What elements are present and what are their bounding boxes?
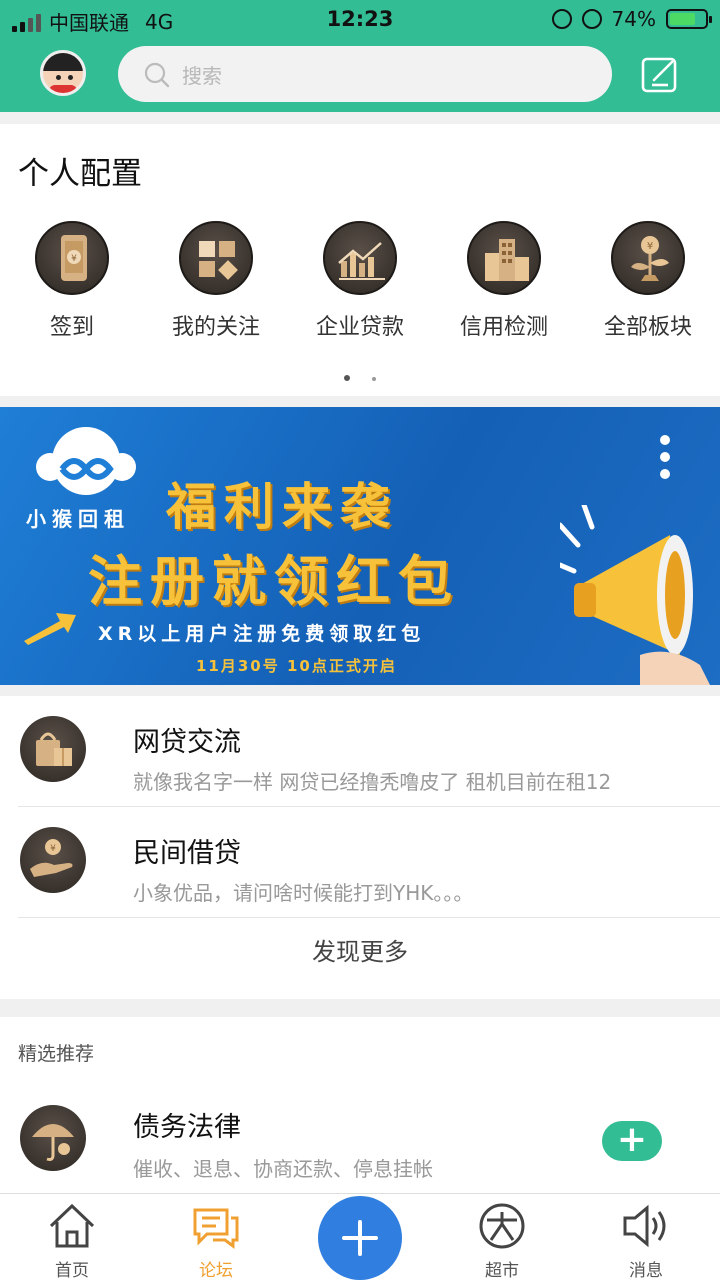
plus-icon	[342, 1220, 378, 1256]
edit-icon[interactable]	[640, 54, 680, 94]
banner-headline: 福利来袭	[166, 478, 398, 536]
more-options-icon[interactable]	[658, 435, 672, 481]
money-plant-icon: ¥	[611, 221, 685, 295]
post-button[interactable]	[318, 1196, 402, 1280]
tab-forum[interactable]: 论坛	[166, 1202, 266, 1280]
umbrella-icon	[20, 1105, 86, 1171]
search-icon	[144, 62, 170, 88]
config-items: ¥ 签到 我的关注 企业贷款 信用检测 ¥ 全部板块	[0, 221, 720, 341]
status-bar: 中国联通 4G 12:23 74%	[0, 0, 720, 38]
personal-config-section: 个人配置 ¥ 签到 我的关注 企业贷款 信用检测 ¥ 全部板块	[0, 124, 720, 396]
item-title: 网贷交流	[133, 727, 241, 758]
banner-subheadline: 注册就领红包	[88, 550, 460, 613]
top-bar: 中国联通 4G 12:23 74% 搜索	[0, 0, 720, 112]
speaker-icon	[623, 1204, 666, 1248]
phone-coin-icon: ¥	[35, 221, 109, 295]
banner-date: 11月30号 10点正式开启	[196, 657, 397, 675]
page-dot-active	[344, 375, 350, 381]
section-title: 个人配置	[18, 156, 142, 192]
grid-icon	[179, 221, 253, 295]
item-subtitle: 催收、退息、协商还款、停息挂帐	[133, 1157, 433, 1181]
brand-logo-icon	[26, 421, 146, 511]
svg-text:¥: ¥	[71, 254, 77, 264]
item-title: 债务法律	[133, 1112, 241, 1143]
discover-more-link[interactable]: 发现更多	[0, 932, 720, 967]
search-input[interactable]: 搜索	[118, 46, 612, 102]
config-label: 我的关注	[171, 315, 260, 340]
forum-list: 网贷交流 就像我名字一样 网贷已经撸秃噜皮了 租机目前在租12 ¥ 民间借贷 小…	[0, 696, 720, 999]
config-label: 企业贷款	[315, 315, 404, 340]
rotation-lock-icon	[551, 9, 572, 29]
home-icon	[49, 1203, 95, 1248]
hand-coin-icon: ¥	[20, 827, 86, 893]
market-icon	[479, 1203, 525, 1249]
svg-text:¥: ¥	[50, 844, 56, 854]
svg-text:¥: ¥	[647, 241, 653, 252]
divider	[18, 917, 720, 918]
battery-percent: 74%	[611, 7, 656, 31]
search-placeholder: 搜索	[182, 63, 222, 88]
battery-icon	[666, 9, 712, 29]
avatar[interactable]	[40, 50, 86, 96]
item-subtitle: 小象优品，请问啥时候能打到YHK。。。	[133, 881, 474, 905]
list-item[interactable]: ¥ 民间借贷 小象优品，请问啥时候能打到YHK。。。	[0, 807, 720, 918]
config-item-all[interactable]: ¥ 全部板块	[576, 221, 720, 341]
tab-label: 首页	[55, 1261, 89, 1280]
chat-icon	[193, 1208, 239, 1249]
shopping-bag-icon	[20, 716, 86, 782]
config-label: 信用检测	[459, 315, 548, 340]
config-item-follow[interactable]: 我的关注	[144, 221, 288, 341]
alarm-icon	[581, 9, 602, 29]
tab-label: 论坛	[199, 1261, 233, 1280]
config-label: 全部板块	[603, 315, 692, 340]
config-item-loan[interactable]: 企业贷款	[288, 221, 432, 341]
item-title: 民间借贷	[133, 838, 241, 869]
arrow-deco-icon	[24, 613, 76, 645]
item-subtitle: 就像我名字一样 网贷已经撸秃噜皮了 租机目前在租12	[133, 770, 612, 794]
featured-section: 精选推荐 债务法律 催收、退息、协商还款、停息挂帐 +	[0, 1017, 720, 1195]
building-icon	[467, 221, 541, 295]
config-label: 签到	[49, 315, 94, 340]
tab-market[interactable]: 超市	[452, 1202, 552, 1280]
list-item[interactable]: 债务法律 催收、退息、协商还款、停息挂帐 +	[0, 1097, 720, 1197]
section-title: 精选推荐	[18, 1043, 95, 1065]
status-right: 74%	[551, 7, 712, 31]
megaphone-icon	[560, 505, 710, 685]
bar-chart-icon	[323, 221, 397, 295]
config-item-checkin[interactable]: ¥ 签到	[0, 221, 144, 341]
config-item-credit[interactable]: 信用检测	[432, 221, 576, 341]
list-item[interactable]: 网贷交流 就像我名字一样 网贷已经撸秃噜皮了 租机目前在租12	[0, 696, 720, 807]
add-button[interactable]: +	[602, 1121, 662, 1161]
tab-label: 消息	[629, 1261, 663, 1280]
brand-name: 小猴回租	[26, 507, 130, 531]
tab-home[interactable]: 首页	[22, 1202, 122, 1280]
tab-label: 超市	[485, 1261, 519, 1280]
banner-description: XR以上用户注册免费领取红包	[98, 623, 426, 645]
page-indicator	[0, 366, 720, 385]
promo-banner[interactable]: 小猴回租 福利来袭 注册就领红包 XR以上用户注册免费领取红包 11月30号 1…	[0, 407, 720, 685]
page-dot	[372, 377, 376, 381]
tab-messages[interactable]: 消息	[596, 1202, 696, 1280]
